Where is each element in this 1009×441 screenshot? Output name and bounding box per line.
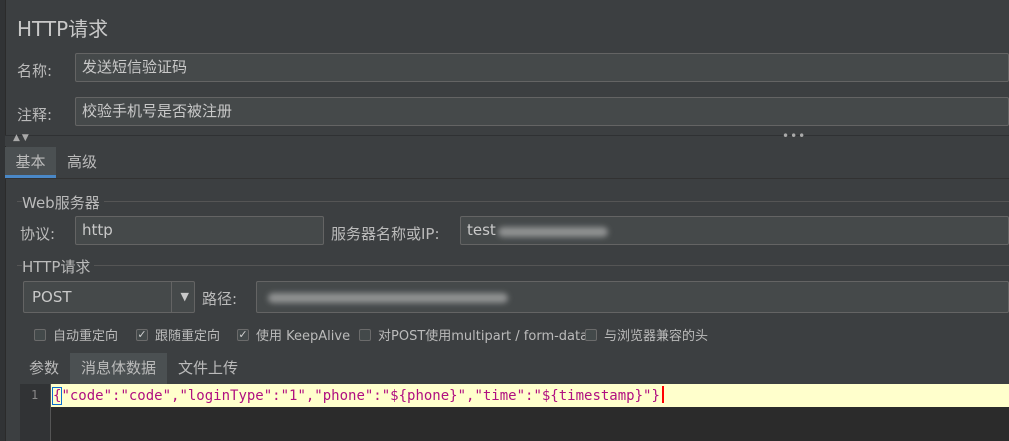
name-label: 名称: (17, 62, 53, 80)
http-group-title: HTTP请求 (22, 256, 95, 277)
line-number: 1 (31, 388, 39, 402)
http-request-panel: HTTP请求 名称: 发送短信验证码 注释: 校验手机号是否被注册 ▲▼ •••… (0, 0, 1009, 441)
checkbox-label: 对POST使用multipart / form-data (378, 329, 589, 344)
checkbox-box[interactable] (34, 328, 46, 341)
comment-input[interactable]: 校验手机号是否被注册 (75, 97, 1009, 126)
redacted-server-blur (498, 227, 608, 237)
checkbox-box[interactable] (585, 328, 597, 341)
check-icon[interactable]: ✓ (237, 328, 249, 341)
http-group-border (17, 265, 1009, 266)
left-edge (0, 0, 6, 441)
panel-splitter[interactable]: ▲▼ ••• (5, 129, 1009, 146)
method-value: POST (32, 288, 72, 306)
check-icon[interactable]: ✓ (136, 328, 148, 341)
tab-basic[interactable]: 基本 (5, 147, 56, 178)
server-label: 服务器名称或IP: (331, 225, 440, 243)
redacted-path-blur (268, 293, 508, 303)
collapse-arrows-icon[interactable]: ▲▼ (13, 133, 31, 143)
body-data-editor[interactable]: 1 {"code":"code","loginType":"1","phone"… (20, 384, 1009, 441)
chevron-down-icon[interactable]: ▼ (181, 282, 189, 312)
multipart-checkbox[interactable]: 对POST使用multipart / form-data (359, 325, 588, 344)
checkbox-label: 自动重定向 (53, 329, 119, 344)
drag-handle-icon[interactable]: ••• (782, 129, 806, 143)
tab-basic-label: 基本 (15, 153, 46, 171)
tab-parameters[interactable]: 参数 (20, 353, 68, 384)
tab-parameters-label: 参数 (28, 359, 59, 377)
request-body-code[interactable]: {"code":"code","loginType":"1","phone":"… (51, 386, 664, 406)
checkbox-label: 与浏览器兼容的头 (604, 329, 709, 344)
tab-file-upload-label: 文件上传 (177, 359, 238, 377)
browser-compatible-headers-checkbox[interactable]: 与浏览器兼容的头 (585, 325, 708, 344)
follow-redirect-checkbox[interactable]: ✓ 跟随重定向 (136, 325, 220, 344)
tab-body-data-label: 消息体数据 (80, 359, 156, 377)
page-title: HTTP请求 (17, 17, 109, 41)
tab-advanced-label: 高级 (66, 153, 97, 171)
text-caret (661, 386, 664, 403)
protocol-label: 协议: (20, 225, 56, 243)
checkbox-box[interactable] (359, 328, 371, 341)
main-tabs: 基本 高级 (5, 147, 1009, 179)
path-label: 路径: (202, 290, 238, 308)
line-number-gutter: 1 (20, 384, 51, 441)
method-select[interactable]: POST ▼ (23, 281, 195, 313)
checkbox-label: 使用 KeepAlive (256, 329, 351, 344)
name-input[interactable]: 发送短信验证码 (75, 53, 1009, 82)
body-tabs: 参数 消息体数据 文件上传 (20, 353, 1009, 384)
comment-label: 注释: (17, 106, 53, 124)
tab-active-underline (5, 175, 56, 178)
auto-redirect-checkbox[interactable]: 自动重定向 (34, 325, 118, 344)
tab-advanced[interactable]: 高级 (59, 147, 105, 178)
protocol-input[interactable]: http (75, 216, 324, 245)
tab-body-data[interactable]: 消息体数据 (70, 353, 167, 384)
method-select-separator (171, 282, 172, 312)
tab-file-upload[interactable]: 文件上传 (169, 353, 247, 384)
checkbox-label: 跟随重定向 (155, 329, 221, 344)
request-body-text: "code":"code","loginType":"1","phone":"$… (61, 388, 660, 404)
keepalive-checkbox[interactable]: ✓ 使用 KeepAlive (237, 325, 350, 344)
web-server-group-border (17, 201, 1009, 202)
web-server-group-title: Web服务器 (22, 192, 104, 213)
server-value: test (467, 221, 496, 239)
